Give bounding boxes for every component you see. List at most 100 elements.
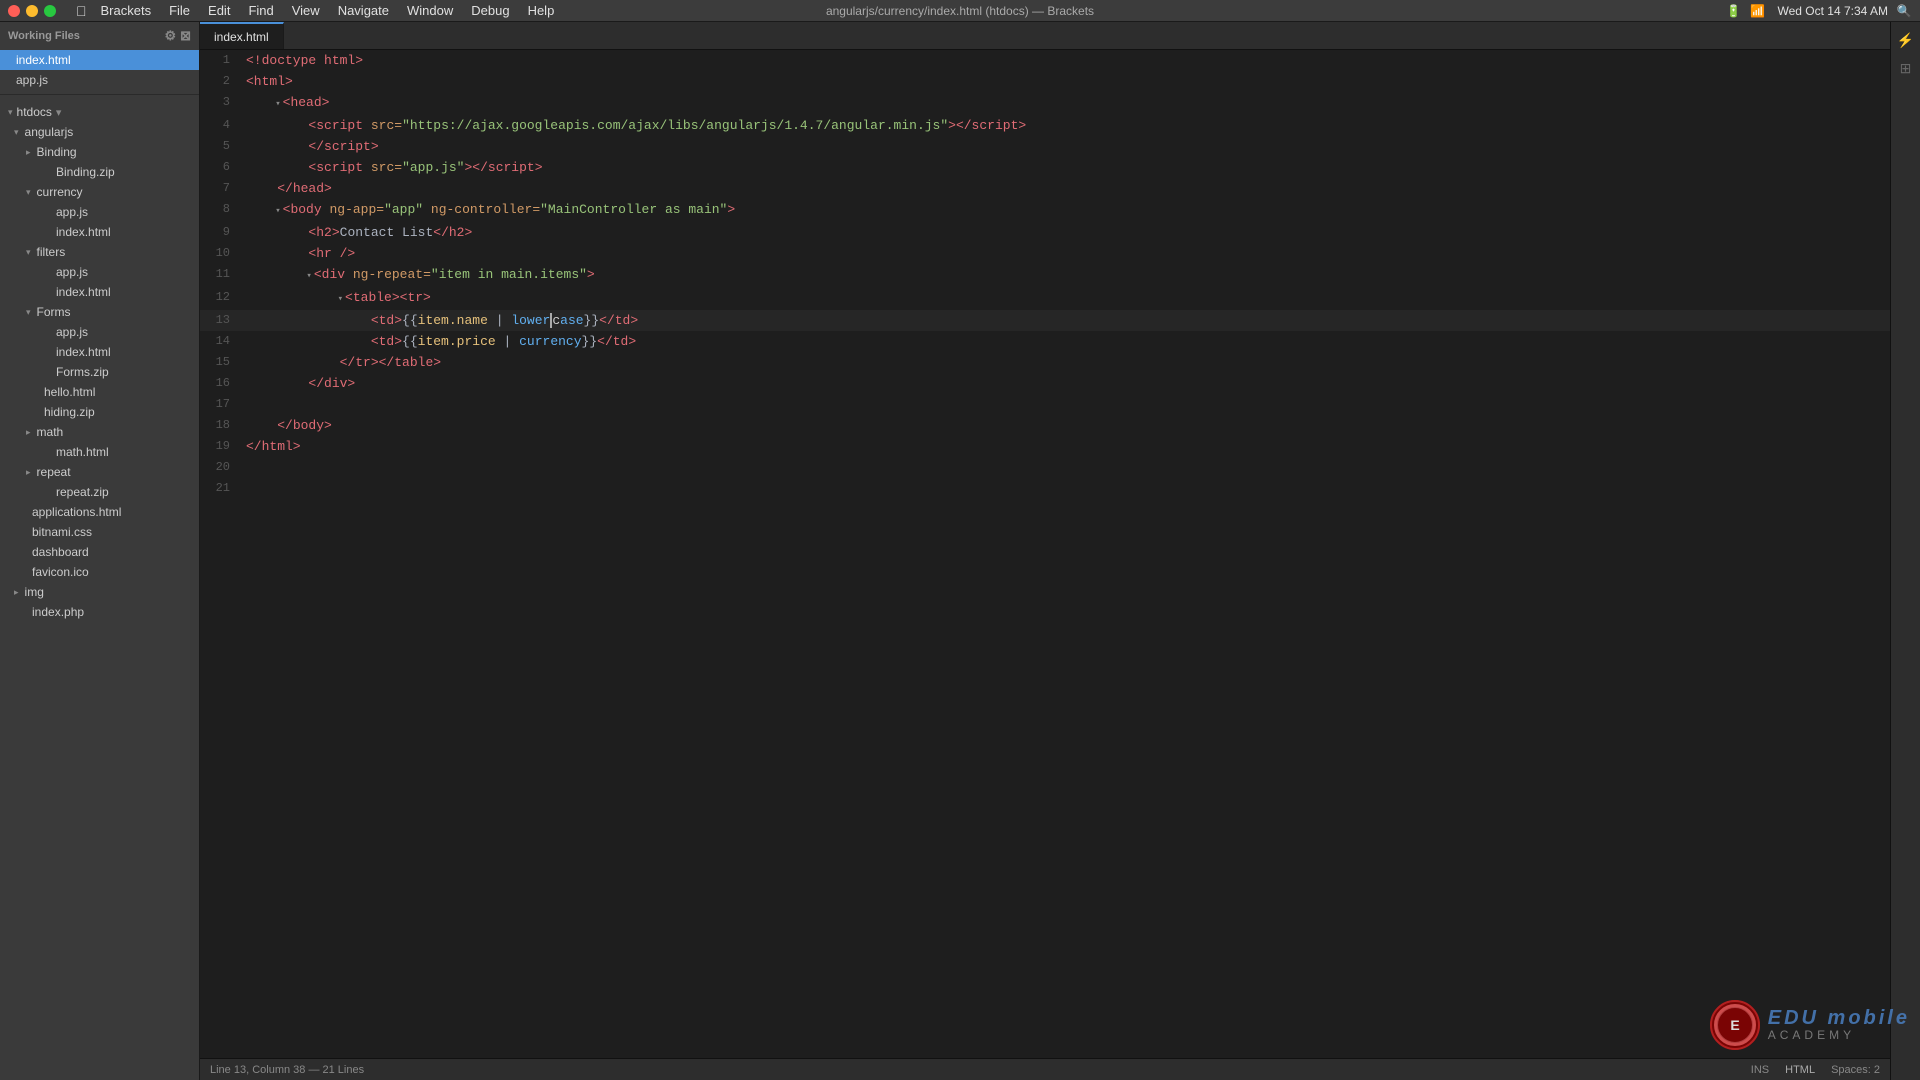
search-icon[interactable]: 🔍 bbox=[1896, 3, 1912, 19]
menu-navigate[interactable]: Navigate bbox=[330, 1, 397, 20]
tree-filters-indexhtml[interactable]: index.html bbox=[0, 282, 199, 302]
minimize-button[interactable] bbox=[26, 5, 38, 17]
line-content: </div> bbox=[242, 373, 1890, 394]
htdocs-arrow-indicator: ▾ bbox=[56, 106, 62, 119]
code-editor[interactable]: 1 <!doctype html> 2 <html> 3 ▾<head> 4 <… bbox=[200, 50, 1890, 1058]
system-time: Wed Oct 14 7:34 AM bbox=[1777, 4, 1888, 18]
spaces-setting[interactable]: Spaces: 2 bbox=[1831, 1064, 1880, 1076]
tree-repeat[interactable]: ▸ repeat bbox=[0, 462, 199, 482]
code-line-4: 4 <script src="https://ajax.googleapis.c… bbox=[200, 115, 1890, 136]
settings-icon[interactable]: ⚙ bbox=[164, 28, 176, 44]
close-button[interactable] bbox=[8, 5, 20, 17]
fold-arrow-icon[interactable]: ▾ bbox=[275, 206, 280, 216]
language-selector[interactable]: HTML bbox=[1785, 1064, 1815, 1076]
tree-item-label: dashboard bbox=[32, 545, 89, 559]
tree-repeat-zip[interactable]: repeat.zip bbox=[0, 482, 199, 502]
live-preview-icon[interactable]: ⚡ bbox=[1896, 30, 1916, 50]
line-number: 18 bbox=[200, 415, 242, 436]
code-line-12: 12 ▾<table><tr> bbox=[200, 287, 1890, 310]
menu-edit[interactable]: Edit bbox=[200, 1, 238, 20]
tree-item-label: app.js bbox=[56, 205, 88, 219]
tree-forms-indexhtml[interactable]: index.html bbox=[0, 342, 199, 362]
fold-arrow-icon[interactable]: ▾ bbox=[338, 294, 343, 304]
line-number: 12 bbox=[200, 287, 242, 308]
tree-bitnami-css[interactable]: bitnami.css bbox=[0, 522, 199, 542]
htdocs-folder[interactable]: ▾ htdocs ▾ bbox=[0, 99, 199, 122]
tree-currency-indexhtml[interactable]: index.html bbox=[0, 222, 199, 242]
watermark: E EDU mobile ACADEMY bbox=[1710, 1000, 1910, 1050]
cursor-position: Line 13, Column 38 — 21 Lines bbox=[210, 1064, 364, 1076]
menu-brackets[interactable]: Brackets bbox=[93, 1, 160, 20]
tree-hello-html[interactable]: hello.html bbox=[0, 382, 199, 402]
working-file-label: app.js bbox=[16, 73, 48, 87]
menu-find[interactable]: Find bbox=[240, 1, 281, 20]
extensions-icon[interactable]: ⊞ bbox=[1896, 58, 1916, 78]
logo-svg: E bbox=[1710, 1000, 1760, 1050]
tree-filters-appjs[interactable]: app.js bbox=[0, 262, 199, 282]
tree-forms-appjs[interactable]: app.js bbox=[0, 322, 199, 342]
line-content: <script src="app.js"></script> bbox=[242, 157, 1890, 178]
fold-arrow-icon[interactable]: ▾ bbox=[306, 271, 311, 281]
code-line-17: 17 bbox=[200, 394, 1890, 415]
working-file-index-html[interactable]: index.html bbox=[0, 50, 199, 70]
tree-dashboard[interactable]: dashboard bbox=[0, 542, 199, 562]
tree-binding[interactable]: ▸ Binding bbox=[0, 142, 199, 162]
sidebar-separator bbox=[0, 94, 199, 95]
line-content: <script src="https://ajax.googleapis.com… bbox=[242, 115, 1890, 136]
tree-math-html[interactable]: math.html bbox=[0, 442, 199, 462]
line-number: 10 bbox=[200, 243, 242, 264]
tree-favicon-ico[interactable]: favicon.ico bbox=[0, 562, 199, 582]
tree-item-label: currency bbox=[37, 185, 83, 199]
code-line-21: 21 bbox=[200, 478, 1890, 499]
tree-currency[interactable]: ▾ currency bbox=[0, 182, 199, 202]
tree-math[interactable]: ▸ math bbox=[0, 422, 199, 442]
tree-item-label: index.php bbox=[32, 605, 84, 619]
tree-forms[interactable]: ▾ Forms bbox=[0, 302, 199, 322]
tab-index-html[interactable]: index.html bbox=[200, 22, 284, 49]
menu-view[interactable]: View bbox=[284, 1, 328, 20]
fold-arrow-icon[interactable]: ▾ bbox=[275, 99, 280, 109]
window-title: angularjs/currency/index.html (htdocs) —… bbox=[826, 4, 1094, 18]
line-content: ▾<table><tr> bbox=[242, 287, 1890, 310]
line-number: 20 bbox=[200, 457, 242, 478]
working-files-icons: ⚙ ⊠ bbox=[164, 28, 191, 44]
code-line-2: 2 <html> bbox=[200, 71, 1890, 92]
tree-binding-zip[interactable]: Binding.zip bbox=[0, 162, 199, 182]
tree-img[interactable]: ▸ img bbox=[0, 582, 199, 602]
code-line-3: 3 ▾<head> bbox=[200, 92, 1890, 115]
menu-file[interactable]: File bbox=[161, 1, 198, 20]
close-all-icon[interactable]: ⊠ bbox=[180, 28, 191, 44]
line-number: 2 bbox=[200, 71, 242, 92]
tree-index-php[interactable]: index.php bbox=[0, 602, 199, 622]
tree-item-label: Forms bbox=[37, 305, 71, 319]
working-files-label: Working Files bbox=[8, 30, 80, 42]
code-line-16: 16 </div> bbox=[200, 373, 1890, 394]
app-container: Working Files ⚙ ⊠ index.html app.js ▾ ht… bbox=[0, 22, 1920, 1080]
tree-item-label: Forms.zip bbox=[56, 365, 109, 379]
tree-currency-appjs[interactable]: app.js bbox=[0, 202, 199, 222]
code-line-19: 19 </html> bbox=[200, 436, 1890, 457]
tree-hiding-zip[interactable]: hiding.zip bbox=[0, 402, 199, 422]
code-line-9: 9 <h2>Contact List</h2> bbox=[200, 222, 1890, 243]
tree-angularjs[interactable]: ▾ angularjs bbox=[0, 122, 199, 142]
menu-window[interactable]: Window bbox=[399, 1, 461, 20]
maximize-button[interactable] bbox=[44, 5, 56, 17]
line-number: 14 bbox=[200, 331, 242, 352]
tree-item-label: repeat.zip bbox=[56, 485, 109, 499]
working-file-app-js[interactable]: app.js bbox=[0, 70, 199, 90]
htdocs-arrow-icon: ▾ bbox=[8, 107, 13, 118]
tree-item-label: index.html bbox=[56, 225, 111, 239]
menu-help[interactable]: Help bbox=[520, 1, 563, 20]
tree-applications-html[interactable]: applications.html bbox=[0, 502, 199, 522]
battery-icon: 🔋 bbox=[1725, 3, 1741, 19]
line-content: ▾<body ng-app="app" ng-controller="MainC… bbox=[242, 199, 1890, 222]
tree-forms-zip[interactable]: Forms.zip bbox=[0, 362, 199, 382]
line-content: </html> bbox=[242, 436, 1890, 457]
right-panel: ⚡ ⊞ bbox=[1890, 22, 1920, 1080]
tree-filters[interactable]: ▾ filters bbox=[0, 242, 199, 262]
folder-arrow-icon: ▾ bbox=[26, 307, 31, 318]
menu-debug[interactable]: Debug bbox=[463, 1, 517, 20]
tree-item-label: index.html bbox=[56, 285, 111, 299]
line-number: 15 bbox=[200, 352, 242, 373]
line-content: </head> bbox=[242, 178, 1890, 199]
